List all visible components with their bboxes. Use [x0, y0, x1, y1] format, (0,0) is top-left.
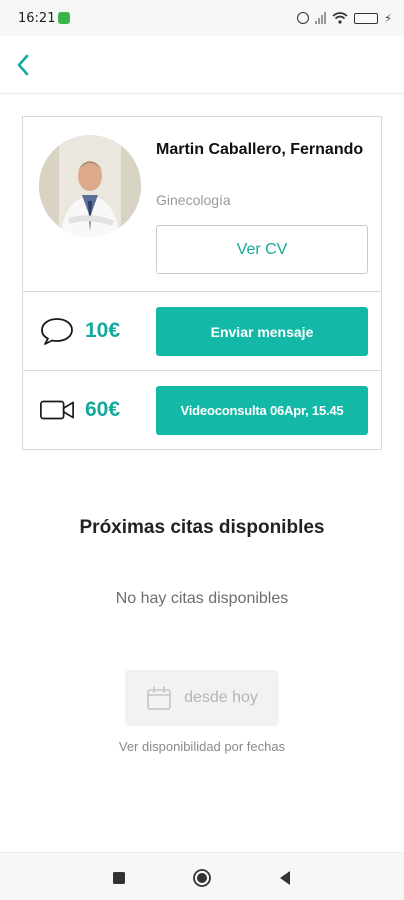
chat-bubble-icon [41, 318, 73, 345]
video-price: 60€ [85, 398, 121, 421]
status-icons: 100 ⚡ [297, 10, 392, 26]
message-service-row: 10€ Enviar mensaje [23, 292, 381, 371]
charging-icon: ⚡ [384, 11, 392, 25]
doctor-name: Martin Caballero, Fernando [156, 141, 364, 158]
battery-level: 100 [358, 12, 374, 22]
square-icon [113, 872, 125, 884]
system-nav-bar [0, 852, 404, 900]
app-bar [0, 36, 404, 94]
video-camera-icon [40, 400, 74, 420]
no-slots-message: No hay citas disponibles [115, 590, 289, 607]
doctor-card: Martin Caballero, Fernando Ginecología V… [22, 116, 382, 450]
app-notification-icon [58, 12, 70, 24]
home-circle-icon [193, 869, 211, 887]
recent-apps-button[interactable] [108, 867, 130, 889]
alarm-icon [297, 12, 310, 24]
battery-icon: 100 [354, 12, 379, 24]
doctor-photo [39, 135, 141, 237]
doctor-specialty: Ginecología [156, 192, 231, 208]
date-filter-label: desde hoy [184, 689, 258, 706]
status-time: 16:21 [18, 11, 56, 26]
availability-title: Próximas citas disponibles [79, 517, 325, 538]
video-service-row: 60€ Videoconsulta 06Apr, 15.45 [23, 371, 381, 450]
send-message-button[interactable]: Enviar mensaje [156, 307, 368, 356]
date-filter-button[interactable]: desde hoy [125, 670, 279, 726]
system-back-button[interactable] [274, 867, 296, 889]
view-cv-button[interactable]: Ver CV [156, 225, 368, 274]
signal-icon [315, 12, 327, 24]
doctor-profile: Martin Caballero, Fernando Ginecología V… [23, 117, 381, 292]
back-button[interactable] [8, 48, 38, 82]
date-filter-hint[interactable]: Ver disponibilidad por fechas [0, 739, 404, 754]
chevron-left-icon [17, 54, 29, 76]
doctor-avatar [39, 135, 141, 237]
message-price: 10€ [85, 319, 121, 342]
wifi-icon [332, 12, 348, 24]
status-bar: 16:21 100 ⚡ [0, 0, 404, 36]
home-button[interactable] [191, 867, 213, 889]
calendar-icon [147, 686, 171, 710]
triangle-back-icon [280, 871, 290, 885]
book-videoconsultation-button[interactable]: Videoconsulta 06Apr, 15.45 [156, 386, 368, 435]
